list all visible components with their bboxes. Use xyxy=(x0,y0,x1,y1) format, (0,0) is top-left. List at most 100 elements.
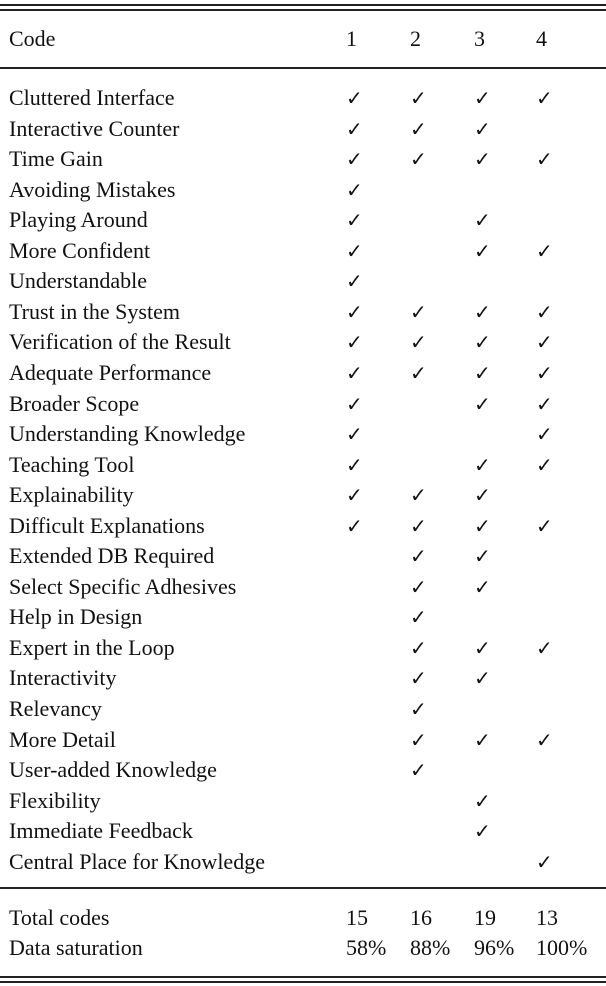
checkmark-icon: ✓ xyxy=(410,116,427,141)
header-row: Code 1 2 3 4 xyxy=(0,27,606,58)
checkmark-icon: ✓ xyxy=(474,391,491,416)
header-rule xyxy=(0,67,606,69)
checkmark-icon: ✓ xyxy=(474,147,491,172)
checkmark-icon: ✓ xyxy=(474,452,491,477)
checkmark-icon: ✓ xyxy=(474,208,491,233)
checkmark-icon: ✓ xyxy=(410,299,427,324)
footer-value: 58% xyxy=(346,935,387,960)
checkmark-icon: ✓ xyxy=(474,483,491,508)
row-label: Difficult Explanations xyxy=(9,512,205,538)
table-row: Adequate Performance ✓ ✓ ✓ ✓ xyxy=(0,360,606,392)
checkmark-icon: ✓ xyxy=(474,238,491,263)
checkmark-icon: ✓ xyxy=(346,116,363,141)
checkmark-icon: ✓ xyxy=(536,422,553,447)
top-rule xyxy=(0,4,606,6)
checkmark-icon: ✓ xyxy=(410,544,427,569)
table-row: Explainability ✓ ✓ ✓ xyxy=(0,483,606,514)
header-col-4: 4 xyxy=(536,26,547,51)
checkmark-icon: ✓ xyxy=(474,330,491,355)
checkmark-icon: ✓ xyxy=(410,605,427,630)
checkmark-icon: ✓ xyxy=(474,788,491,813)
checkmark-icon: ✓ xyxy=(536,86,553,110)
row-label: More Confident xyxy=(9,237,151,263)
footer-value: 88% xyxy=(410,935,451,960)
checkmark-icon: ✓ xyxy=(536,849,553,874)
checkmark-icon: ✓ xyxy=(474,635,491,660)
footer-label: Total codes xyxy=(9,905,110,930)
checkmark-icon: ✓ xyxy=(346,360,363,385)
footer-value: 15 xyxy=(346,905,368,930)
checkmark-icon: ✓ xyxy=(536,147,553,172)
row-label: Explainability xyxy=(9,482,134,508)
checkmark-icon: ✓ xyxy=(410,666,427,691)
header-col-1: 1 xyxy=(346,26,357,51)
table-row: Relevancy ✓ xyxy=(0,697,606,728)
footer-row-total: Total codes 15 16 19 13 xyxy=(0,906,606,937)
checkmark-icon: ✓ xyxy=(474,86,491,110)
checkmark-icon: ✓ xyxy=(474,544,491,569)
table-row: Central Place for Knowledge ✓ xyxy=(0,848,606,881)
checkmark-icon: ✓ xyxy=(410,330,427,355)
table-row: Avoiding Mistakes ✓ xyxy=(0,177,606,209)
checkmark-icon: ✓ xyxy=(536,513,553,538)
footer-value: 19 xyxy=(474,905,496,930)
table-row: Understandable ✓ xyxy=(0,269,606,300)
row-label: Interactivity xyxy=(9,665,117,691)
checkmark-icon: ✓ xyxy=(410,635,427,660)
table-row: Difficult Explanations ✓ ✓ ✓ ✓ xyxy=(0,512,606,545)
footer-rule xyxy=(0,887,606,889)
footer-value: 16 xyxy=(410,905,432,930)
table-row: Interactive Counter ✓ ✓ ✓ xyxy=(0,115,606,148)
checkmark-icon: ✓ xyxy=(346,238,363,263)
checkmark-icon: ✓ xyxy=(536,238,553,263)
checkmark-icon: ✓ xyxy=(536,635,553,660)
checkmark-icon: ✓ xyxy=(346,330,363,355)
checkmark-icon: ✓ xyxy=(410,513,427,538)
checkmark-icon: ✓ xyxy=(474,574,491,599)
footer-value: 96% xyxy=(474,935,515,960)
row-label: Expert in the Loop xyxy=(9,634,175,660)
checkmark-icon: ✓ xyxy=(346,513,363,538)
checkmark-icon: ✓ xyxy=(474,299,491,324)
checkmark-icon: ✓ xyxy=(410,86,427,110)
checkmark-icon: ✓ xyxy=(410,147,427,172)
checkmark-icon: ✓ xyxy=(410,574,427,599)
table-row: Understanding Knowledge ✓ ✓ xyxy=(0,422,606,453)
table-row: Cluttered Interface ✓ ✓ ✓ ✓ xyxy=(0,86,606,117)
bottom-rule xyxy=(0,976,606,978)
table-row: Time Gain ✓ ✓ ✓ ✓ xyxy=(0,147,606,178)
table-row: Immediate Feedback ✓ xyxy=(0,819,606,850)
row-label: Extended DB Required xyxy=(9,543,215,569)
table-row: Playing Around ✓ ✓ xyxy=(0,208,606,239)
table-row: Broader Scope ✓ ✓ ✓ xyxy=(0,391,606,423)
checkmark-icon: ✓ xyxy=(346,177,363,202)
checkmark-icon: ✓ xyxy=(474,727,491,752)
row-label: More Detail xyxy=(9,726,116,752)
bottom-rule-inner xyxy=(0,981,606,983)
checkmark-icon: ✓ xyxy=(474,666,491,691)
row-label: Flexibility xyxy=(9,787,101,813)
row-label: Interactive Counter xyxy=(9,115,180,141)
row-label: Cluttered Interface xyxy=(9,85,175,110)
row-label: User-added Knowledge xyxy=(9,757,217,783)
header-code: Code xyxy=(9,26,56,51)
checkmark-icon: ✓ xyxy=(474,513,491,538)
row-label: Relevancy xyxy=(9,696,102,721)
top-rule-inner xyxy=(0,9,606,11)
row-label: Trust in the System xyxy=(9,298,180,324)
checkmark-icon: ✓ xyxy=(474,819,491,844)
table-row: Expert in the Loop ✓ ✓ ✓ xyxy=(0,634,606,667)
checkmark-icon: ✓ xyxy=(346,391,363,416)
table-row: Help in Design ✓ xyxy=(0,605,606,636)
checkmark-icon: ✓ xyxy=(474,116,491,141)
footer-row-saturation: Data saturation 58% 88% 96% 100% xyxy=(0,936,606,967)
table-row: Select Specific Adhesives ✓ ✓ xyxy=(0,574,606,606)
footer-label: Data saturation xyxy=(9,935,143,960)
table-row: Flexibility ✓ xyxy=(0,787,606,820)
row-label: Understandable xyxy=(9,268,148,294)
checkmark-icon: ✓ xyxy=(536,360,553,385)
checkmark-icon: ✓ xyxy=(346,422,363,447)
checkmark-icon: ✓ xyxy=(410,360,427,385)
row-label: Understanding Knowledge xyxy=(9,421,246,447)
row-label: Central Place for Knowledge xyxy=(9,848,265,874)
